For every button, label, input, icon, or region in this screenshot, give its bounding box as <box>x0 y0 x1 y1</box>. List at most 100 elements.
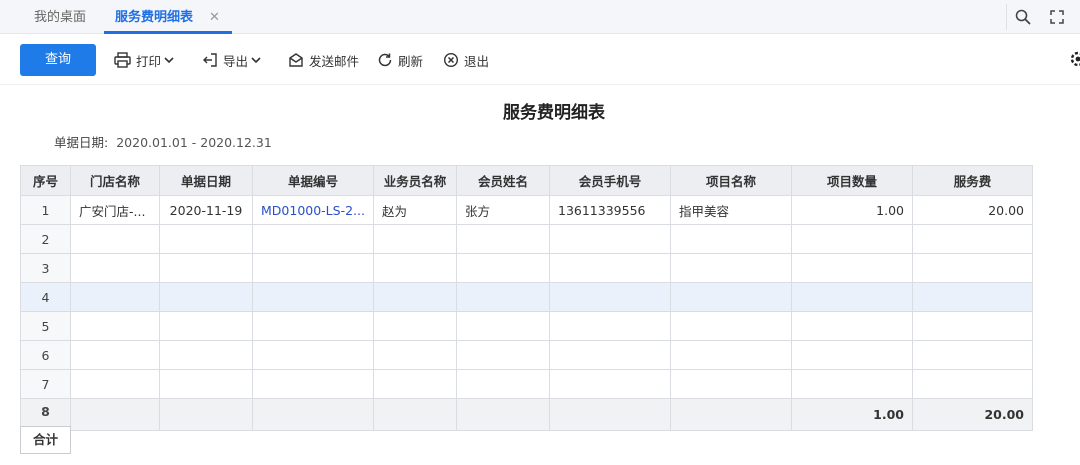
column-header[interactable]: 项目数量 <box>791 165 913 196</box>
empty-cell[interactable] <box>373 340 457 370</box>
empty-cell[interactable] <box>912 282 1033 312</box>
empty-cell[interactable] <box>791 311 913 341</box>
table-row[interactable]: 6 <box>20 340 1033 370</box>
empty-cell[interactable] <box>912 224 1033 254</box>
empty-cell[interactable] <box>159 282 253 312</box>
empty-cell[interactable] <box>70 369 160 399</box>
empty-cell[interactable] <box>70 253 160 283</box>
empty-cell[interactable] <box>159 253 253 283</box>
empty-cell[interactable] <box>252 282 374 312</box>
active-tab-indicator <box>104 31 232 34</box>
empty-cell[interactable] <box>670 253 792 283</box>
empty-cell[interactable] <box>252 340 374 370</box>
empty-cell[interactable] <box>373 311 457 341</box>
tab-service-fee-detail[interactable]: 服务费明细表 ✕ <box>104 0 232 34</box>
column-header[interactable]: 服务费 <box>912 165 1033 196</box>
empty-cell[interactable] <box>159 340 253 370</box>
column-header[interactable]: 会员手机号 <box>549 165 671 196</box>
column-header[interactable]: 会员姓名 <box>456 165 550 196</box>
empty-cell[interactable] <box>912 311 1033 341</box>
empty-cell[interactable] <box>456 340 550 370</box>
empty-cell[interactable] <box>549 311 671 341</box>
member-name-cell[interactable]: 张方 <box>456 195 550 225</box>
empty-cell[interactable] <box>549 253 671 283</box>
column-header[interactable]: 项目名称 <box>670 165 792 196</box>
empty-cell[interactable] <box>456 311 550 341</box>
row-number: 2 <box>20 224 71 254</box>
empty-cell[interactable] <box>252 224 374 254</box>
column-header[interactable]: 序号 <box>20 165 71 196</box>
empty-cell[interactable] <box>159 369 253 399</box>
empty-cell[interactable] <box>549 340 671 370</box>
empty-cell[interactable] <box>549 224 671 254</box>
empty-cell[interactable] <box>70 282 160 312</box>
empty-cell[interactable] <box>252 253 374 283</box>
item-qty-cell[interactable]: 1.00 <box>791 195 913 225</box>
query-button[interactable]: 查询 <box>20 44 96 76</box>
empty-cell[interactable] <box>456 369 550 399</box>
table-row[interactable]: 5 <box>20 311 1033 341</box>
empty-cell[interactable] <box>252 311 374 341</box>
column-header[interactable]: 单据编号 <box>252 165 374 196</box>
empty-cell[interactable] <box>670 369 792 399</box>
column-header[interactable]: 门店名称 <box>70 165 160 196</box>
doc-number-link[interactable]: MD01000-LS-2... <box>252 195 374 225</box>
table-row[interactable]: 2 <box>20 224 1033 254</box>
empty-cell[interactable] <box>670 311 792 341</box>
empty-cell[interactable] <box>159 311 253 341</box>
salesperson-cell[interactable]: 赵为 <box>373 195 457 225</box>
empty-cell[interactable] <box>373 224 457 254</box>
empty-cell[interactable] <box>912 253 1033 283</box>
item-name-cell[interactable]: 指甲美容 <box>670 195 792 225</box>
print-button[interactable]: 打印 <box>114 48 174 72</box>
empty-cell[interactable] <box>70 224 160 254</box>
total-qty: 1.00 <box>791 398 913 431</box>
exit-button[interactable]: 退出 <box>443 48 489 72</box>
table-row[interactable]: 7 <box>20 369 1033 399</box>
send-mail-button[interactable]: 发送邮件 <box>288 48 359 72</box>
empty-cell[interactable] <box>70 311 160 341</box>
empty-cell[interactable] <box>670 224 792 254</box>
empty-cell[interactable] <box>670 340 792 370</box>
column-header[interactable]: 单据日期 <box>159 165 253 196</box>
empty-cell[interactable] <box>373 369 457 399</box>
refresh-button[interactable]: 刷新 <box>377 48 423 72</box>
fullscreen-icon[interactable] <box>1048 8 1066 26</box>
report-title: 服务费明细表 <box>503 103 605 123</box>
store-name-cell[interactable]: 广安门店-... <box>70 195 160 225</box>
empty-cell[interactable] <box>912 340 1033 370</box>
empty-cell[interactable] <box>373 253 457 283</box>
empty-cell[interactable] <box>159 224 253 254</box>
empty-cell[interactable] <box>373 282 457 312</box>
empty-cell[interactable] <box>670 282 792 312</box>
empty-cell <box>549 398 671 431</box>
column-header[interactable]: 业务员名称 <box>373 165 457 196</box>
table-row-selected[interactable]: 4 <box>20 282 1033 312</box>
row-number: 7 <box>20 369 71 399</box>
empty-cell[interactable] <box>791 253 913 283</box>
empty-cell[interactable] <box>791 224 913 254</box>
empty-cell[interactable] <box>456 224 550 254</box>
empty-cell[interactable] <box>549 282 671 312</box>
tab-my-desktop[interactable]: 我的桌面 <box>34 0 86 34</box>
empty-cell[interactable] <box>456 282 550 312</box>
empty-cell[interactable] <box>791 369 913 399</box>
empty-cell[interactable] <box>791 340 913 370</box>
table-row[interactable]: 1 广安门店-... 2020-11-19 MD01000-LS-2... 赵为… <box>20 195 1033 225</box>
empty-cell[interactable] <box>549 369 671 399</box>
export-button[interactable]: 导出 <box>202 48 261 72</box>
gear-icon[interactable] <box>1068 49 1080 69</box>
empty-cell[interactable] <box>456 253 550 283</box>
empty-cell[interactable] <box>791 282 913 312</box>
search-icon[interactable] <box>1014 8 1032 26</box>
member-phone-cell[interactable]: 13611339556 <box>549 195 671 225</box>
row-number: 6 <box>20 340 71 370</box>
tab-label: 服务费明细表 <box>115 10 194 25</box>
empty-cell[interactable] <box>912 369 1033 399</box>
table-row[interactable]: 3 <box>20 253 1033 283</box>
service-fee-cell[interactable]: 20.00 <box>912 195 1033 225</box>
empty-cell[interactable] <box>70 340 160 370</box>
empty-cell[interactable] <box>252 369 374 399</box>
mail-icon <box>289 53 303 67</box>
doc-date-cell[interactable]: 2020-11-19 <box>159 195 253 225</box>
